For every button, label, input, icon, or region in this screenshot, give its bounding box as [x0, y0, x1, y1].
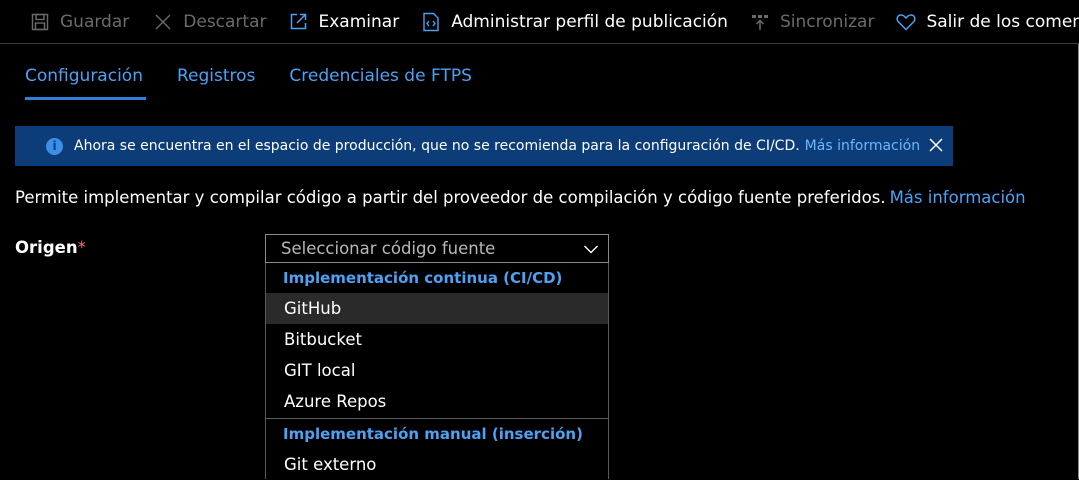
dropdown-group-header-ci: Implementación continua (CI/CD) [283, 269, 563, 287]
source-dropdown-list: Implementación continua (CI/CD) GitHub B… [265, 263, 609, 479]
tab-ftps-credentials-label: Credenciales de FTPS [289, 66, 472, 86]
dropdown-option-local-git[interactable]: GIT local [266, 355, 608, 386]
banner-close-icon[interactable] [927, 136, 945, 154]
publish-profile-icon [421, 12, 441, 32]
info-banner: i Ahora se encuentra en el espacio de pr… [15, 126, 953, 166]
feedback-label: Salir de los comentarios [926, 11, 1079, 32]
source-label: Origen* [15, 238, 86, 257]
chevron-down-icon [583, 241, 599, 260]
heart-icon [896, 12, 916, 32]
banner-message: Ahora se encuentra en el espacio de prod… [74, 138, 800, 154]
sync-icon [750, 12, 770, 32]
dropdown-group-header-manual: Implementación manual (inserción) [283, 425, 583, 443]
description-text: Permite implementar y compilar código a … [15, 188, 886, 207]
tab-settings[interactable]: Configuración [25, 66, 146, 100]
description-learn-more-link[interactable]: Más información [890, 188, 1026, 207]
command-bar: Guardar Descartar Examinar Administrar p… [0, 0, 1079, 44]
save-icon [30, 12, 50, 32]
discard-button[interactable]: Descartar [153, 0, 267, 44]
close-icon [153, 12, 173, 32]
dropdown-option-bitbucket[interactable]: Bitbucket [266, 324, 608, 355]
required-marker: * [77, 238, 86, 257]
external-link-icon [289, 12, 309, 32]
browse-button[interactable]: Examinar [289, 0, 400, 44]
tab-settings-label: Configuración [25, 66, 143, 86]
source-label-text: Origen [15, 238, 78, 257]
manage-publish-profile-button[interactable]: Administrar perfil de publicación [421, 0, 728, 44]
sync-button[interactable]: Sincronizar [750, 0, 874, 44]
tab-logs-label: Registros [176, 66, 256, 86]
dropdown-option-external-git[interactable]: Git externo [266, 449, 608, 480]
feedback-button[interactable]: Salir de los comentarios [896, 0, 1079, 44]
source-select-placeholder: Seleccionar código fuente [281, 239, 496, 258]
sync-label: Sincronizar [779, 11, 875, 32]
banner-learn-more-link[interactable]: Más información [805, 138, 920, 154]
tab-bar: Configuración Registros Credenciales de … [25, 66, 506, 100]
tab-ftps-credentials[interactable]: Credenciales de FTPS [289, 66, 471, 100]
description: Permite implementar y compilar código a … [15, 188, 1026, 207]
save-button[interactable]: Guardar [30, 0, 129, 44]
save-label: Guardar [60, 11, 130, 32]
info-icon: i [46, 137, 63, 155]
browse-label: Examinar [318, 11, 400, 32]
manage-publish-profile-label: Administrar perfil de publicación [451, 11, 728, 32]
source-select[interactable]: Seleccionar código fuente [265, 234, 609, 263]
tab-logs[interactable]: Registros [177, 66, 255, 100]
dropdown-option-azure-repos[interactable]: Azure Repos [266, 386, 608, 417]
discard-label: Descartar [183, 11, 267, 32]
dropdown-option-github[interactable]: GitHub [266, 293, 608, 324]
